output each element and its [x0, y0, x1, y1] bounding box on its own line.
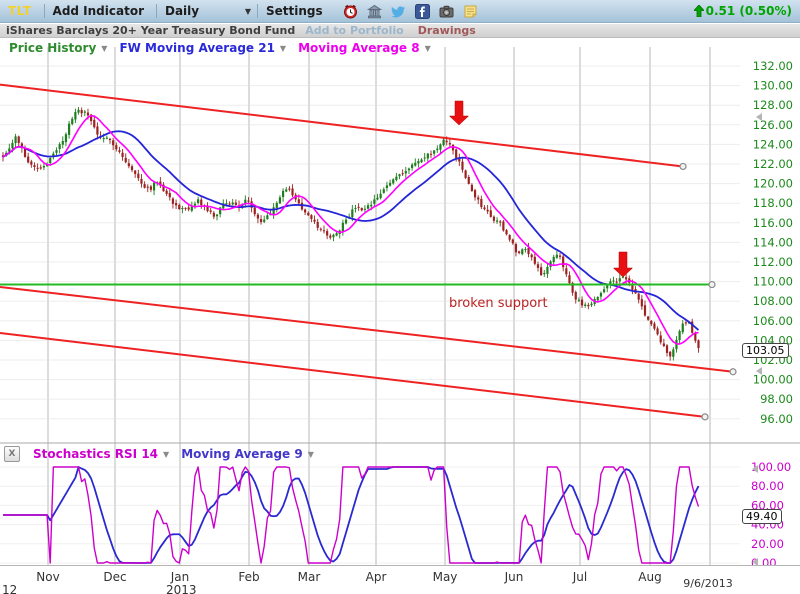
- twitter-icon[interactable]: [391, 4, 406, 19]
- up-arrow-icon: [694, 5, 704, 17]
- toolbar-divider: [156, 4, 157, 18]
- chevron-down-icon[interactable]: ▼: [163, 450, 169, 459]
- x-axis-month-label: Apr: [366, 570, 387, 584]
- svg-text:108.00: 108.00: [753, 294, 793, 308]
- line-handle: [680, 163, 686, 169]
- line-handle: [730, 369, 736, 375]
- price-change: 0.51 (0.50%): [694, 4, 792, 18]
- x-axis-month-label: Jun: [505, 570, 524, 584]
- period-dropdown[interactable]: Daily ▼: [165, 4, 251, 18]
- toolbar-divider: [257, 4, 258, 18]
- toolbar-divider: [44, 4, 45, 18]
- chevron-down-icon[interactable]: ▼: [101, 44, 107, 53]
- svg-text:110.00: 110.00: [753, 275, 793, 289]
- x-axis-month-label: Jul: [573, 570, 587, 584]
- charting-app: TLT Add Indicator Daily ▼ Settings: [0, 0, 800, 594]
- svg-text:20.00: 20.00: [751, 537, 784, 551]
- legend-stoch-rsi[interactable]: Stochastics RSI 14: [33, 447, 158, 461]
- svg-text:96.00: 96.00: [760, 412, 793, 426]
- close-panel-button[interactable]: X: [4, 446, 20, 462]
- svg-text:128.00: 128.00: [753, 98, 793, 112]
- x-axis-month-label: Nov: [36, 570, 59, 584]
- svg-text:80.00: 80.00: [751, 479, 784, 493]
- legend-ma9[interactable]: Moving Average 9: [181, 447, 303, 461]
- svg-text:100.00: 100.00: [753, 373, 793, 387]
- period-dropdown-value: Daily: [165, 4, 199, 18]
- stoch-panel-legend: X Stochastics RSI 14 ▼ Moving Average 9 …: [4, 446, 321, 462]
- main-chart-legend: Price History ▼ FW Moving Average 21 ▼ M…: [9, 41, 438, 55]
- symbol-subbar: iShares Barclays 20+ Year Treasury Bond …: [0, 24, 800, 38]
- legend-ma8[interactable]: Moving Average 8: [298, 41, 420, 55]
- svg-text:132.00: 132.00: [753, 59, 793, 73]
- x-axis: Nov Dec Jan Feb Mar Apr May Jun Jul Aug 12 2013 9/6/…: [0, 565, 800, 594]
- svg-text:120.00: 120.00: [753, 177, 793, 191]
- settings-button[interactable]: Settings: [266, 4, 323, 18]
- svg-text:124.00: 124.00: [753, 137, 793, 151]
- svg-text:114.00: 114.00: [753, 235, 793, 249]
- down-arrow-drawing[interactable]: [450, 101, 469, 125]
- add-to-portfolio-button[interactable]: Add to Portfolio: [305, 24, 403, 37]
- x-axis-year-label: 12: [2, 583, 17, 594]
- x-axis-year-label: 2013: [166, 583, 197, 594]
- svg-text:126.00: 126.00: [753, 118, 793, 132]
- line-handle: [702, 414, 708, 420]
- trendline-drawing[interactable]: [0, 287, 733, 372]
- ma8-line: [3, 116, 698, 344]
- line-handle: [709, 282, 715, 288]
- alarm-icon[interactable]: [343, 4, 358, 19]
- chevron-down-icon[interactable]: ▼: [280, 44, 286, 53]
- chevron-down-icon[interactable]: ▼: [308, 450, 314, 459]
- top-toolbar: TLT Add Indicator Daily ▼ Settings: [0, 0, 800, 23]
- candlestick-series: [2, 107, 700, 361]
- x-axis-month-label: Dec: [103, 570, 126, 584]
- down-arrow-drawing[interactable]: [614, 252, 633, 277]
- add-indicator-button[interactable]: Add Indicator: [53, 4, 144, 18]
- x-axis-month-label: Mar: [298, 570, 321, 584]
- bank-icon[interactable]: [367, 4, 382, 19]
- drawings-button[interactable]: Drawings: [418, 24, 476, 37]
- svg-text:112.00: 112.00: [753, 255, 793, 269]
- note-icon[interactable]: [463, 4, 478, 19]
- x-axis-month-label: May: [433, 570, 458, 584]
- camera-icon[interactable]: [439, 4, 454, 19]
- svg-text:106.00: 106.00: [753, 314, 793, 328]
- x-axis-month-label: Aug: [638, 570, 661, 584]
- broken-support-annotation[interactable]: broken support: [449, 296, 548, 311]
- facebook-icon[interactable]: [415, 4, 430, 19]
- x-axis-month-label: Feb: [238, 570, 259, 584]
- legend-ma21[interactable]: FW Moving Average 21: [119, 41, 274, 55]
- ticker-symbol[interactable]: TLT: [8, 4, 32, 18]
- price-change-text: 0.51 (0.50%): [706, 4, 792, 18]
- last-price-tag: 103.05: [742, 343, 789, 358]
- x-axis-last-date-label: 9/6/2013: [683, 577, 732, 590]
- price-chart-canvas[interactable]: 132.00 130.00 128.00 126.00 124.00 122.00 120.…: [0, 39, 800, 594]
- svg-text:130.00: 130.00: [753, 79, 793, 93]
- toolbar-icons: [343, 4, 478, 19]
- legend-price-history[interactable]: Price History: [9, 41, 96, 55]
- svg-text:98.00: 98.00: [760, 392, 793, 406]
- chevron-down-icon: ▼: [245, 7, 251, 16]
- x-axis-month-label: Jan: [171, 570, 190, 584]
- fund-name: iShares Barclays 20+ Year Treasury Bond …: [6, 24, 295, 37]
- svg-text:122.00: 122.00: [753, 157, 793, 171]
- trendline-drawing[interactable]: [0, 333, 705, 417]
- svg-text:116.00: 116.00: [753, 216, 793, 230]
- stoch-value-tag: 49.40: [742, 509, 782, 524]
- svg-text:118.00: 118.00: [753, 196, 793, 210]
- chevron-down-icon[interactable]: ▼: [425, 44, 431, 53]
- drawing-objects: [0, 85, 736, 420]
